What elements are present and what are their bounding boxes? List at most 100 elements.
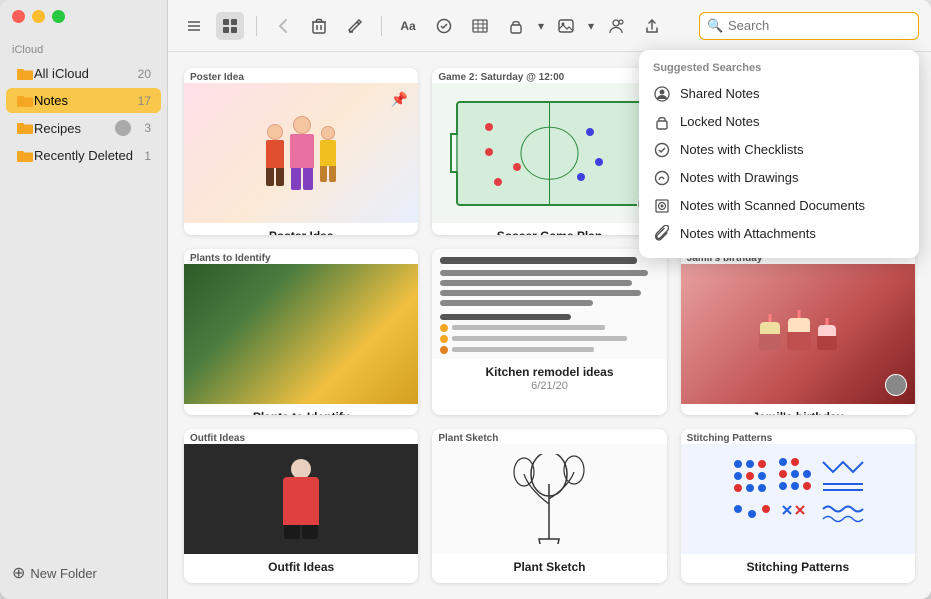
main-area: Aa (168, 0, 931, 599)
back-button[interactable] (269, 12, 297, 40)
sidebar-item-recently-deleted[interactable]: Recently Deleted 1 (6, 143, 161, 168)
sidebar-item-notes[interactable]: Notes 17 (6, 88, 161, 113)
note-birthday-thumb (681, 264, 915, 404)
delete-button[interactable] (305, 12, 333, 40)
note-card-outfit[interactable]: Outfit Ideas (184, 429, 418, 583)
kitchen-title: Kitchen remodel ideas (440, 365, 658, 379)
sidebar-item-recently-deleted-label: Recently Deleted (34, 148, 135, 163)
pin-icon: 📌 (391, 91, 408, 108)
dropdown-title: Suggested Searches (639, 60, 919, 80)
note-plants-thumb (184, 264, 418, 404)
birthday-avatar (885, 374, 907, 396)
search-input[interactable] (699, 12, 919, 40)
note-poster-label-inner: Poster Idea (184, 68, 418, 83)
lock-dropdown-arrow[interactable]: ▾ (538, 19, 544, 33)
media-button[interactable] (552, 12, 580, 40)
plants-title: Plants to Identify (192, 410, 410, 416)
export-icon (644, 18, 660, 34)
note-stitching-label-inner: Stitching Patterns (681, 429, 915, 444)
list-icon (186, 19, 202, 33)
note-card-soccer[interactable]: Game 2: Saturday @ 12:00 (432, 68, 666, 235)
lock-search-icon (653, 113, 671, 131)
dropdown-item-attachments[interactable]: Notes with Attachments (639, 220, 919, 248)
maximize-button[interactable] (52, 10, 65, 23)
sidebar-section-label: iCloud (0, 36, 167, 60)
share-people-icon (607, 18, 625, 34)
share-button[interactable] (602, 12, 630, 40)
dropdown-shared-notes-label: Shared Notes (680, 86, 760, 101)
plant-sketch-title: Plant Sketch (440, 560, 658, 574)
back-icon (278, 18, 288, 34)
compose-button[interactable] (341, 12, 369, 40)
close-button[interactable] (12, 10, 25, 23)
outfit-title: Outfit Ideas (192, 560, 410, 574)
poster-idea-title: Poster Idea (192, 229, 410, 235)
stitching-svg (728, 454, 868, 544)
note-card-poster-idea[interactable]: Poster Idea 📌 (184, 68, 418, 235)
note-poster-thumb: 📌 (184, 83, 418, 223)
notes-folder-icon (16, 94, 34, 108)
sidebar-item-recipes[interactable]: Recipes 3 (6, 115, 161, 141)
dropdown-locked-notes-label: Locked Notes (680, 114, 760, 129)
toolbar-sep-2 (381, 16, 382, 36)
note-kitchen-thumb (432, 249, 666, 359)
dropdown-scanned-label: Notes with Scanned Documents (680, 198, 865, 213)
search-container: 🔍 Suggested Searches (699, 12, 919, 40)
sidebar-item-all-icloud-label: All iCloud (34, 66, 135, 81)
sidebar-item-notes-label: Notes (34, 93, 135, 108)
dropdown-item-shared-notes[interactable]: Shared Notes (639, 80, 919, 108)
dropdown-item-locked-notes[interactable]: Locked Notes (639, 108, 919, 136)
grid-icon (222, 18, 238, 34)
dropdown-item-drawings[interactable]: Notes with Drawings (639, 164, 919, 192)
note-card-stitching[interactable]: Stitching Patterns (681, 429, 915, 583)
minimize-button[interactable] (32, 10, 45, 23)
drawings-search-icon (653, 169, 671, 187)
scan-icon (653, 197, 671, 215)
dropdown-drawings-label: Notes with Drawings (680, 170, 799, 185)
note-card-plants[interactable]: Plants to Identify Plants to Identify 7/… (184, 249, 418, 416)
sidebar-item-recently-deleted-badge: 1 (135, 149, 151, 163)
recipes-shared-icon (115, 120, 131, 136)
lock-button[interactable] (502, 12, 530, 40)
note-soccer-thumb (432, 83, 666, 223)
toolbar-sep-1 (256, 16, 257, 36)
checklist-search-icon (653, 141, 671, 159)
folder-icon (16, 67, 34, 81)
note-outfit-label-inner: Outfit Ideas (184, 429, 418, 444)
sidebar-item-recipes-label: Recipes (34, 121, 115, 136)
list-view-button[interactable] (180, 12, 208, 40)
trash-icon (312, 18, 326, 34)
table-button[interactable] (466, 12, 494, 40)
stitching-title: Stitching Patterns (689, 560, 907, 574)
paperclip-icon (653, 225, 671, 243)
search-dropdown: Suggested Searches Shared Notes (639, 50, 919, 258)
export-button[interactable] (638, 12, 666, 40)
new-folder-plus-icon: ⊕ (12, 563, 25, 583)
note-plant-sketch-thumb (432, 444, 666, 554)
table-icon (472, 19, 488, 33)
dropdown-item-scanned[interactable]: Notes with Scanned Documents (639, 192, 919, 220)
sidebar-item-all-icloud[interactable]: All iCloud 20 (6, 61, 161, 86)
new-folder-button[interactable]: ⊕ New Folder (12, 563, 155, 583)
note-card-kitchen[interactable]: Kitchen remodel ideas 6/21/20 (432, 249, 666, 416)
dropdown-item-checklists[interactable]: Notes with Checklists (639, 136, 919, 164)
recently-deleted-folder-icon (16, 149, 34, 163)
checklist-button[interactable] (430, 12, 458, 40)
dropdown-attachments-label: Notes with Attachments (680, 226, 816, 241)
note-card-plant-sketch[interactable]: Plant Sketch (432, 429, 666, 583)
note-stitching-thumb (681, 444, 915, 554)
note-plants-label-inner: Plants to Identify (184, 249, 418, 264)
birthday-title: Jamil's birthday (689, 410, 907, 416)
soccer-field (456, 101, 643, 206)
note-card-birthday[interactable]: Jamil's birthday (681, 249, 915, 416)
media-dropdown-arrow[interactable]: ▾ (588, 19, 594, 33)
note-outfit-thumb (184, 444, 418, 554)
recipes-folder-icon (16, 121, 34, 135)
grid-view-button[interactable] (216, 12, 244, 40)
kitchen-date: 6/21/20 (440, 380, 658, 392)
lock-icon (509, 18, 523, 34)
dropdown-checklists-label: Notes with Checklists (680, 142, 804, 157)
media-icon (558, 19, 574, 33)
soccer-title: Soccer Game Plan (440, 229, 658, 235)
text-format-button[interactable]: Aa (394, 12, 422, 40)
